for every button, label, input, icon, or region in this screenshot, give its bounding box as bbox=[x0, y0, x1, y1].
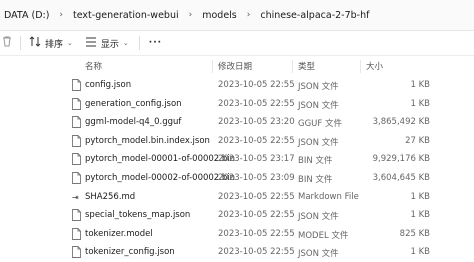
file-row[interactable]: pytorch_model.bin.index.json 2023-10-05 2… bbox=[0, 132, 474, 151]
file-size: 3,604,645 KB bbox=[372, 173, 430, 183]
document-icon bbox=[72, 116, 81, 129]
more-options-button[interactable]: ··· bbox=[149, 38, 162, 48]
file-size: 1 KB bbox=[410, 210, 430, 221]
toolbar-divider bbox=[138, 36, 140, 50]
file-row[interactable]: special_tokens_map.json 2023-10-05 22:55 J… bbox=[0, 206, 474, 225]
file-name: config.json bbox=[85, 80, 132, 90]
file-name: tokenizer_config.json bbox=[85, 247, 175, 258]
column-header-name[interactable]: 名称 bbox=[85, 60, 102, 72]
file-type: BIN 文件 bbox=[298, 175, 333, 185]
file-row[interactable]: ggml-model-q4_0.gguf 2023-10-05 23:20 GGUF… bbox=[0, 113, 474, 132]
column-divider[interactable] bbox=[360, 60, 361, 73]
chevron-right-icon: › bbox=[246, 10, 251, 20]
document-icon bbox=[72, 134, 81, 147]
chevron-right-icon: › bbox=[59, 10, 64, 20]
file-size: 1 KB bbox=[410, 80, 430, 90]
file-size: 1 KB bbox=[410, 191, 430, 202]
file-modified-date: 2023-10-05 23:20 bbox=[218, 117, 295, 128]
file-type: JSON 文件 bbox=[298, 137, 339, 148]
document-icon bbox=[72, 246, 81, 259]
file-list: 名称 修改日期 类型 大小 config.json 2023-10-05 22:5… bbox=[0, 56, 474, 259]
file-name: SHA256.md bbox=[85, 191, 136, 202]
address-bar[interactable]: DATA (D:) › text-generation-webui › mode… bbox=[0, 0, 474, 31]
breadcrumb-current-folder[interactable]: chinese-alpaca-2-7b-hf bbox=[256, 10, 373, 21]
file-modified-date: 2023-10-05 22:55 bbox=[218, 210, 295, 221]
document-icon bbox=[72, 79, 81, 91]
file-modified-date: 2023-10-05 22:55 bbox=[218, 135, 295, 146]
file-modified-date: 2023-10-05 22:55 bbox=[218, 228, 295, 239]
list-view-icon bbox=[85, 37, 97, 50]
file-modified-date: 2023-10-05 22:55 bbox=[218, 247, 295, 258]
file-name: ggml-model-q4_0.gguf bbox=[85, 117, 182, 128]
file-modified-date: 2023-10-05 22:55 bbox=[218, 98, 295, 109]
command-bar: 排序 ⌄ 显示 ⌄ ··· bbox=[0, 31, 474, 56]
file-type: Markdown File bbox=[298, 191, 359, 202]
sort-button[interactable]: 排序 ⌄ bbox=[29, 36, 73, 50]
file-name: generation_config.json bbox=[85, 98, 182, 109]
sort-icon bbox=[29, 36, 41, 50]
file-size: 1 KB bbox=[410, 98, 430, 109]
file-modified-date: 2023-10-05 23:17 bbox=[218, 154, 295, 165]
trash-icon[interactable] bbox=[2, 36, 12, 50]
file-name: pytorch_model.bin.index.json bbox=[85, 135, 210, 146]
chevron-down-icon: ⌄ bbox=[67, 39, 73, 47]
view-label: 显示 bbox=[100, 39, 119, 50]
file-type: JSON 文件 bbox=[298, 212, 339, 223]
document-icon bbox=[72, 172, 81, 184]
column-header-type[interactable]: 类型 bbox=[298, 60, 315, 72]
sort-label: 排序 bbox=[45, 39, 64, 50]
file-type: JSON 文件 bbox=[298, 100, 339, 111]
document-icon bbox=[72, 97, 81, 110]
file-row[interactable]: config.json 2023-10-05 22:55 JSON 文件 1 KB bbox=[0, 76, 474, 95]
file-size: 27 KB bbox=[405, 135, 430, 146]
file-modified-date: 2023-10-05 23:09 bbox=[218, 173, 295, 183]
file-modified-date: 2023-10-05 22:55 bbox=[218, 80, 295, 90]
file-row[interactable]: pytorch_model-00002-of-00002.bin 2023-10-… bbox=[0, 169, 474, 188]
column-header-date[interactable]: 修改日期 bbox=[218, 60, 252, 72]
chevron-down-icon: ⌄ bbox=[122, 39, 129, 47]
file-row[interactable]: generation_config.json 2023-10-05 22:55 JS… bbox=[0, 95, 474, 114]
file-type: MODEL 文件 bbox=[298, 230, 349, 241]
file-size: 9,929,176 KB bbox=[372, 154, 430, 165]
file-size: 1 KB bbox=[410, 247, 430, 258]
document-icon bbox=[72, 153, 81, 166]
column-divider[interactable] bbox=[212, 60, 213, 73]
breadcrumb-webui[interactable]: text-generation-webui bbox=[69, 10, 183, 21]
markdown-icon: ⇥ bbox=[72, 191, 81, 203]
file-name: special_tokens_map.json bbox=[85, 210, 191, 221]
file-type: JSON 文件 bbox=[298, 249, 339, 260]
file-type: JSON 文件 bbox=[298, 82, 339, 92]
view-button[interactable]: 显示 ⌄ bbox=[85, 37, 129, 50]
chevron-right-icon: › bbox=[188, 10, 193, 20]
toolbar-divider bbox=[20, 36, 21, 50]
breadcrumb-drive[interactable]: DATA (D:) bbox=[0, 10, 53, 21]
column-divider[interactable] bbox=[292, 60, 293, 73]
breadcrumb-models[interactable]: models bbox=[198, 10, 241, 21]
file-size: 825 KB bbox=[399, 228, 430, 239]
column-header-row: 名称 修改日期 类型 大小 bbox=[0, 56, 474, 74]
file-type: GGUF 文件 bbox=[298, 119, 342, 130]
document-icon bbox=[72, 209, 81, 222]
file-row[interactable]: tokenizer.model 2023-10-05 22:55 MODEL 文件 8… bbox=[0, 225, 474, 244]
file-row[interactable]: pytorch_model-00001-of-00002.bin 2023-10-… bbox=[0, 150, 474, 169]
file-row[interactable]: ⇥ SHA256.md 2023-10-05 22:55 Markdown File 1… bbox=[0, 188, 474, 207]
file-size: 3,865,492 KB bbox=[372, 117, 430, 128]
svg-text:⇥: ⇥ bbox=[72, 193, 79, 202]
file-modified-date: 2023-10-05 22:55 bbox=[218, 191, 295, 202]
file-name: pytorch_model-00001-of-00002.bin bbox=[85, 154, 236, 165]
column-header-size[interactable]: 大小 bbox=[366, 60, 383, 72]
file-name: pytorch_model-00002-of-00002.bin bbox=[85, 173, 236, 183]
document-icon bbox=[72, 227, 81, 240]
file-name: tokenizer.model bbox=[85, 228, 153, 239]
file-type: BIN 文件 bbox=[298, 156, 333, 167]
